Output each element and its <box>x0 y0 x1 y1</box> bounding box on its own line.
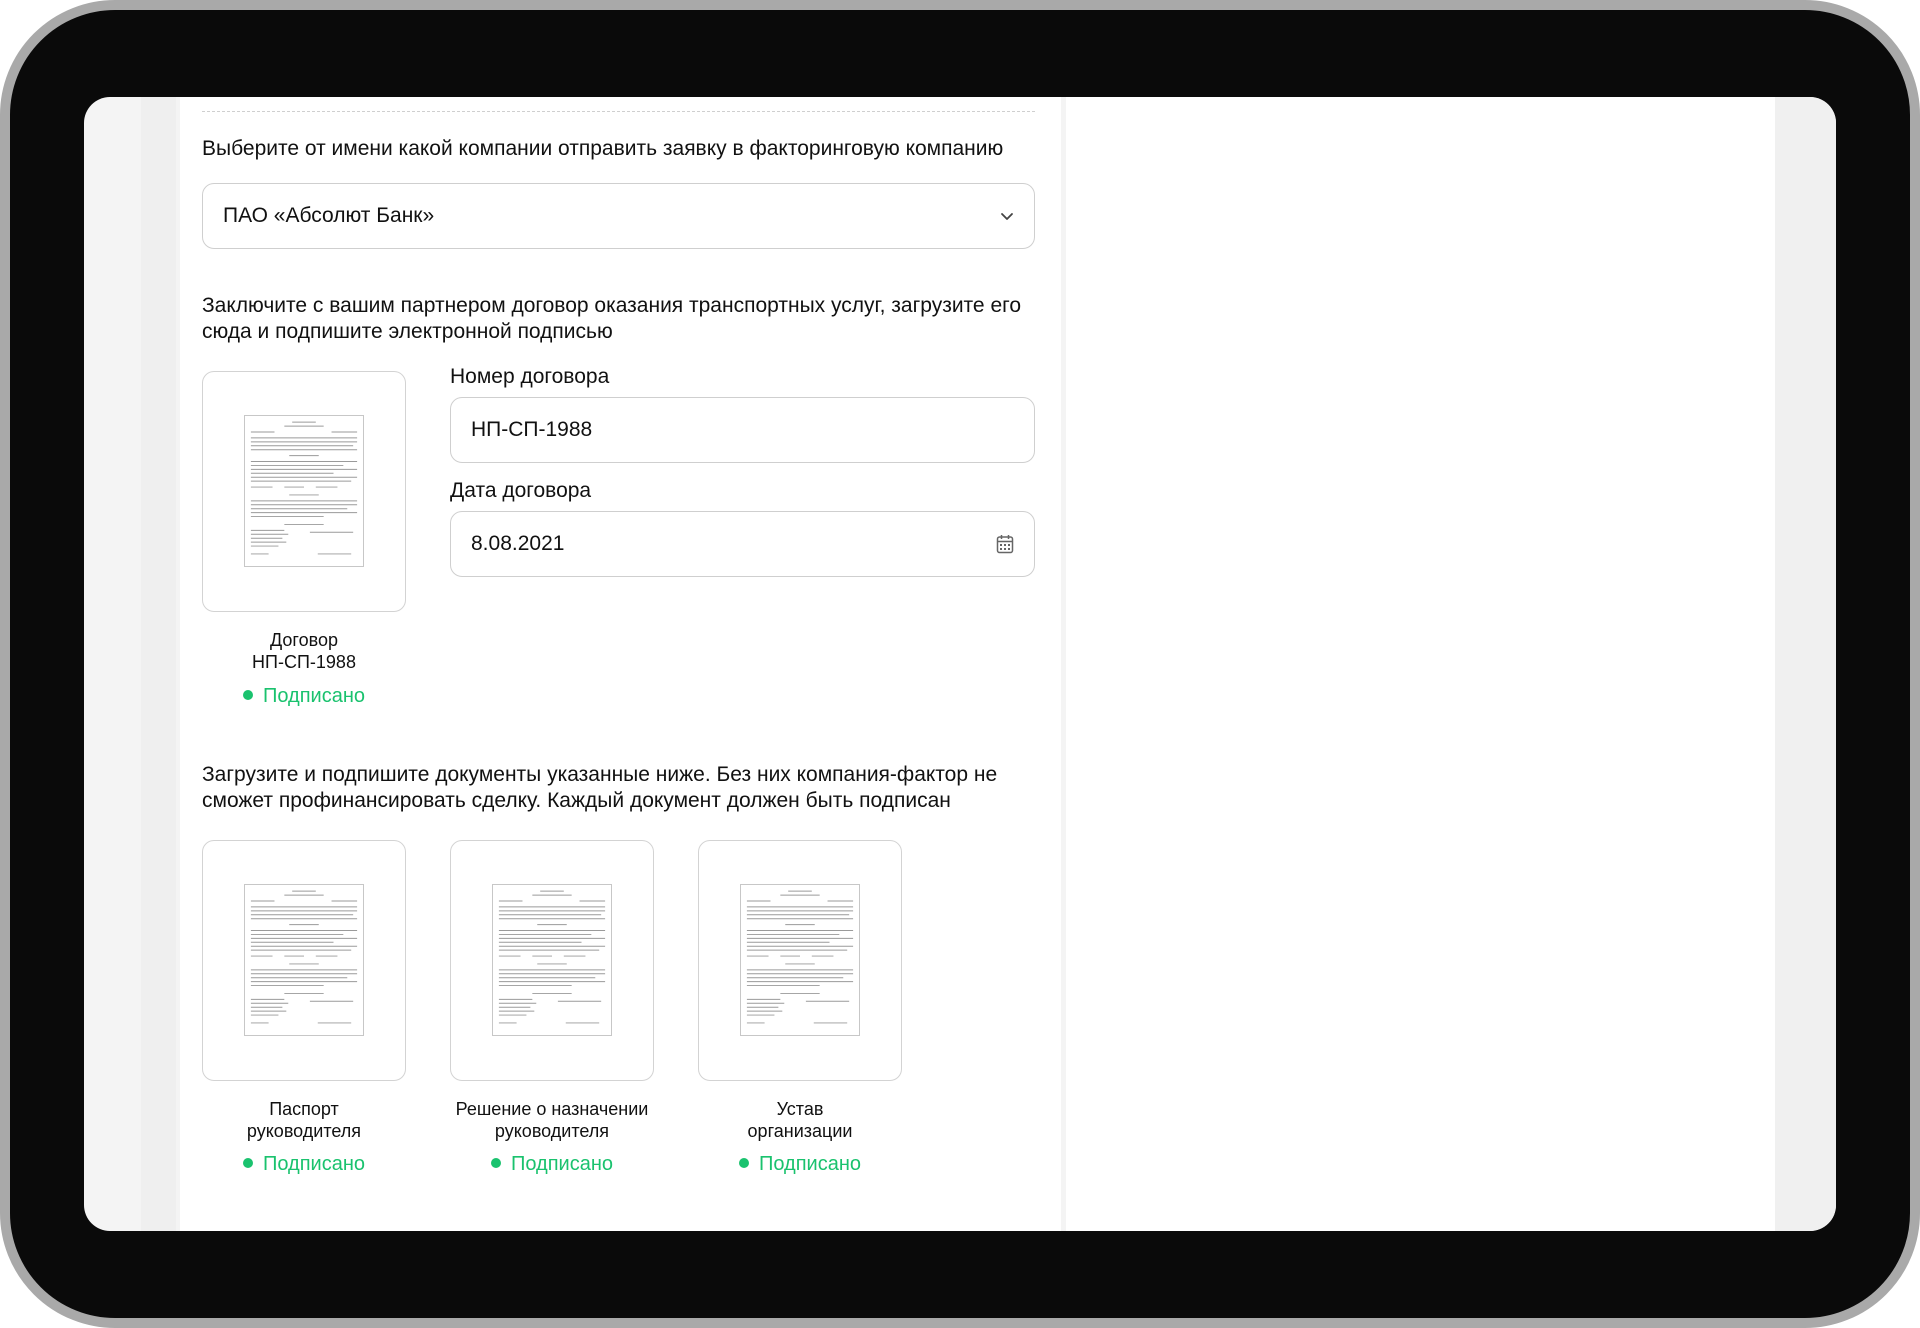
document-caption-line2: руководителя <box>246 1121 362 1141</box>
document-thumbnail <box>492 884 612 1036</box>
contract-doc-caption: Договор НП-СП-1988 <box>202 629 406 673</box>
document-caption-passport: Паспорт руководителя <box>202 1098 406 1142</box>
company-prompt: Выберите от имени какой компании отправи… <box>202 137 1004 160</box>
document-caption-line1: Решение о назначении <box>455 1099 649 1119</box>
company-select-value: ПАО «Абсолют Банк» <box>223 204 435 227</box>
status-dot-icon <box>490 1157 501 1168</box>
document-thumbnail <box>244 884 364 1036</box>
contract-doc-status: Подписано <box>202 685 406 708</box>
document-status-appointment: Подписано <box>450 1153 654 1176</box>
contract-doc-caption-line2: НП-СП-1988 <box>252 652 356 672</box>
section-divider <box>202 111 1035 112</box>
contract-date-field[interactable]: 8.08.2021 <box>450 511 1035 577</box>
document-thumbnail <box>244 415 364 567</box>
background-stripe-left <box>141 97 176 1231</box>
documents-prompt: Загрузите и подпишите документы указанны… <box>202 763 998 812</box>
contract-date-value: 8.08.2021 <box>471 532 565 555</box>
background-stripe-right <box>1775 97 1836 1231</box>
document-caption-appointment: Решение о назначении руководителя <box>450 1098 654 1142</box>
document-card-passport[interactable] <box>202 840 406 1081</box>
right-area <box>1066 97 1775 1231</box>
calendar-icon[interactable] <box>996 534 1014 554</box>
document-caption-line1: Паспорт <box>269 1099 339 1119</box>
document-caption-charter: Устав организации <box>698 1098 902 1142</box>
contract-prompt: Заключите с вашим партнером договор оказ… <box>202 294 1021 343</box>
status-dot-icon <box>242 689 253 700</box>
document-thumbnail <box>740 884 860 1036</box>
contract-number-value: НП-СП-1988 <box>471 418 593 441</box>
document-status-charter: Подписано <box>698 1153 902 1176</box>
contract-number-label: Номер договора <box>450 365 610 388</box>
document-status-passport: Подписано <box>202 1153 406 1176</box>
status-dot-icon <box>242 1157 253 1168</box>
document-card-appointment[interactable] <box>450 840 654 1081</box>
company-select[interactable]: ПАО «Абсолют Банк» <box>202 183 1035 249</box>
document-caption-line1: Устав <box>776 1099 824 1119</box>
status-dot-icon <box>738 1157 749 1168</box>
document-status-text: Подписано <box>262 1153 366 1175</box>
document-caption-line2: организации <box>747 1121 853 1141</box>
document-caption-line2: руководителя <box>494 1121 610 1141</box>
contract-document-card[interactable] <box>202 371 406 612</box>
contract-date-label: Дата договора <box>450 479 592 502</box>
contract-doc-status-text: Подписано <box>262 685 366 707</box>
document-status-text: Подписано <box>758 1153 862 1175</box>
contract-number-field[interactable]: НП-СП-1988 <box>450 397 1035 463</box>
document-card-charter[interactable] <box>698 840 902 1081</box>
chevron-down-icon[interactable] <box>1000 209 1014 223</box>
contract-doc-caption-line1: Договор <box>270 630 338 650</box>
document-status-text: Подписано <box>510 1153 614 1175</box>
